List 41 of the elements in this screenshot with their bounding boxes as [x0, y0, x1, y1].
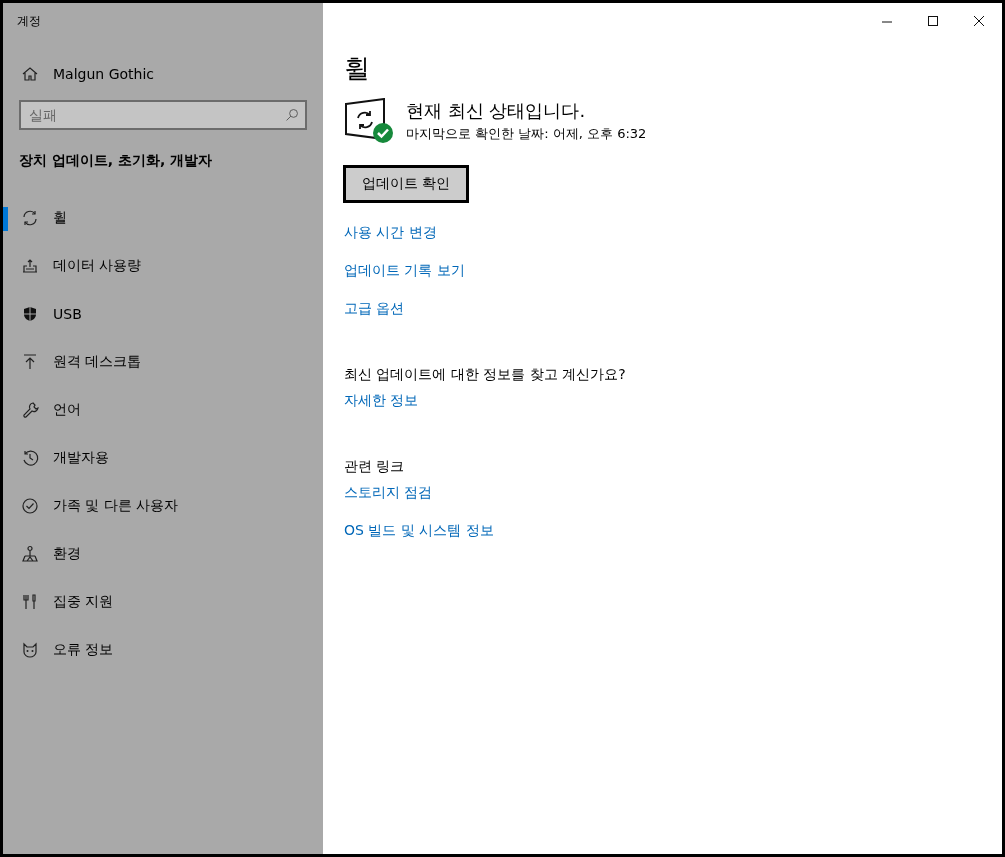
home-icon[interactable]: [21, 65, 39, 83]
person-icon: [21, 545, 39, 563]
cat-icon: [21, 641, 39, 659]
sync-icon: [21, 209, 39, 227]
nav-item[interactable]: 가족 및 다른 사용자: [3, 482, 323, 530]
nav-item[interactable]: 원격 데스크톱: [3, 338, 323, 386]
nav-item[interactable]: 데이터 사용량: [3, 242, 323, 290]
search-icon[interactable]: [285, 108, 299, 122]
nav-item[interactable]: 언어: [3, 386, 323, 434]
nav-item[interactable]: 개발자용: [3, 434, 323, 482]
nav-item[interactable]: 집중 지원: [3, 578, 323, 626]
check-icon: [21, 497, 39, 515]
nav-item[interactable]: 휠: [3, 194, 323, 242]
status-title: 현재 최신 상태입니다.: [406, 99, 587, 123]
home-link[interactable]: Malgun Gothic: [53, 66, 154, 82]
maximize-icon[interactable]: [928, 16, 938, 26]
nav-item[interactable]: 오류 정보: [3, 626, 323, 674]
tools-icon: [21, 593, 39, 611]
update-status-icon: [344, 98, 394, 144]
settings-link[interactable]: 고급 옵션: [344, 300, 465, 318]
settings-link[interactable]: 업데이트 기록 보기: [344, 262, 465, 280]
history-icon: [21, 449, 39, 467]
nav-item[interactable]: 환경: [3, 530, 323, 578]
check-updates-button[interactable]: 업데이트 확인: [344, 166, 469, 202]
nav-item[interactable]: USB: [3, 290, 323, 338]
shield-icon: [21, 305, 39, 323]
info-question: 최신 업데이트에 대한 정보를 찾고 계신가요?: [344, 366, 626, 384]
related-links-heading: 관련 링크: [344, 458, 405, 476]
upload-icon: [21, 353, 39, 371]
settings-link[interactable]: 사용 시간 변경: [344, 224, 465, 242]
section-heading: 장치 업데이트, 초기화, 개발자: [19, 152, 214, 170]
more-info-link[interactable]: 자세한 정보: [344, 392, 419, 410]
wrench-icon: [21, 401, 39, 419]
close-icon[interactable]: [974, 16, 984, 26]
related-link[interactable]: OS 빌드 및 시스템 정보: [344, 522, 494, 540]
search-field[interactable]: 실패: [19, 100, 307, 130]
page-heading: 휠: [344, 52, 370, 85]
window-title: 계정: [16, 13, 42, 30]
related-link[interactable]: 스토리지 점검: [344, 484, 494, 502]
last-checked-text: 마지막으로 확인한 날짜: 어제, 오후 6:32: [406, 125, 647, 143]
tray-icon: [21, 257, 39, 275]
